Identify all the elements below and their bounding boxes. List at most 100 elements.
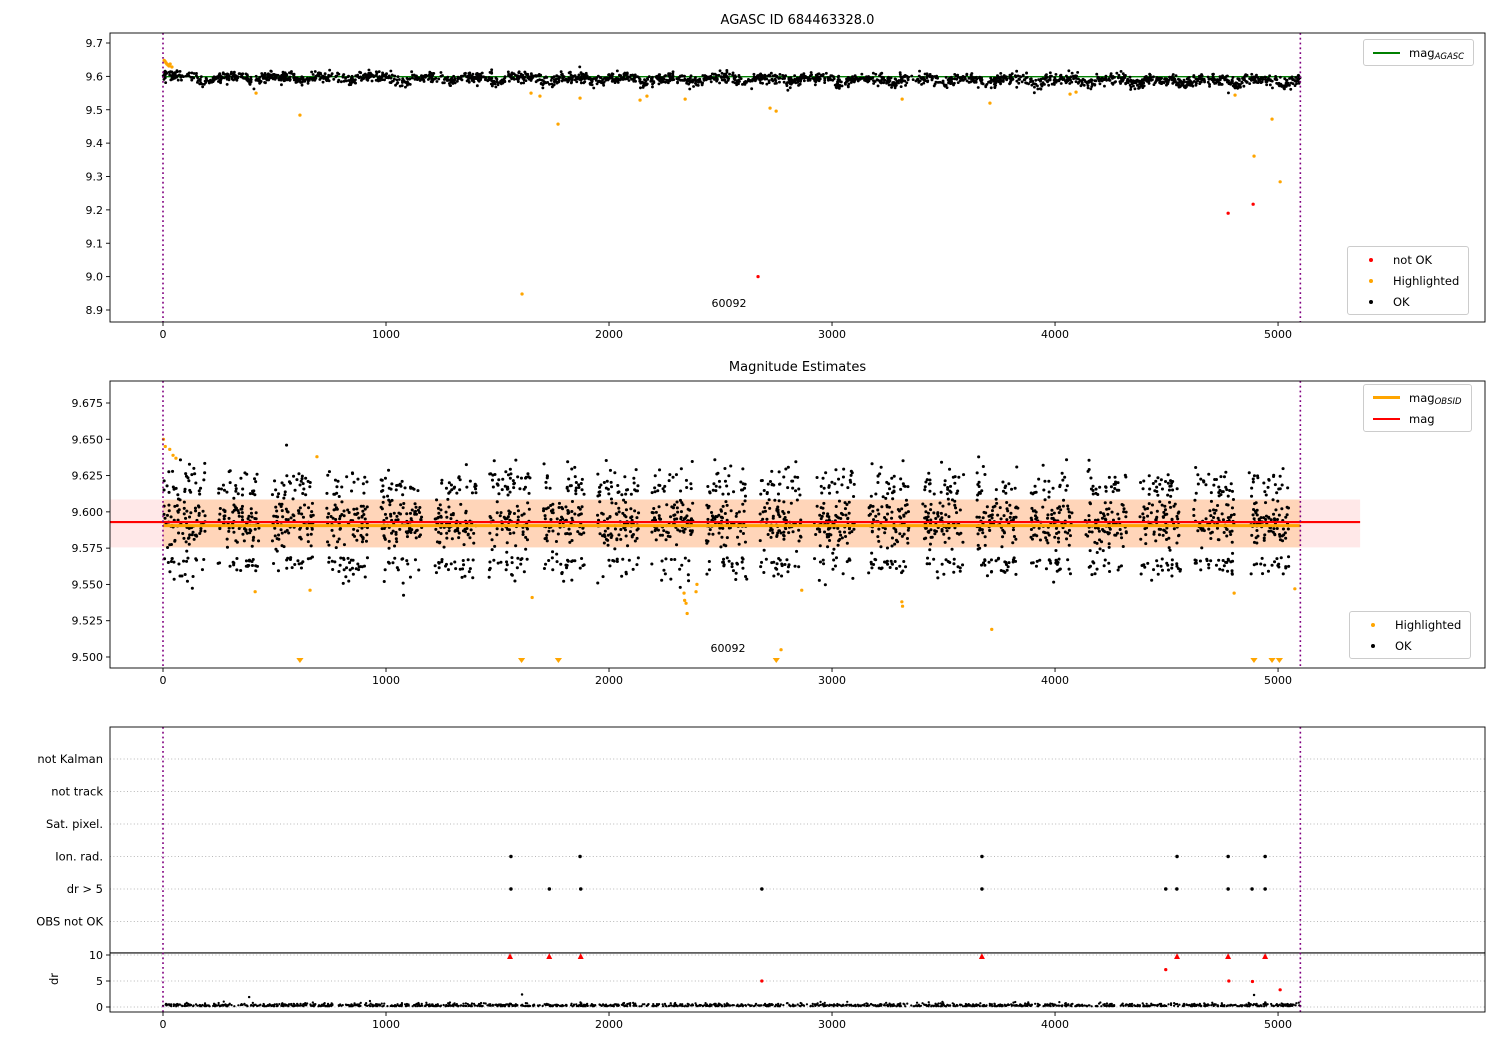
clipped-low-marker bbox=[296, 658, 304, 663]
x-tick-label: 3000 bbox=[818, 328, 846, 341]
y-tick-label: 9.4 bbox=[86, 137, 104, 150]
ok-dot-swatch bbox=[1357, 299, 1384, 304]
mag-line-swatch bbox=[1373, 417, 1400, 420]
clipped-low-marker bbox=[1250, 658, 1258, 663]
clipped-low-marker bbox=[518, 658, 526, 663]
x-tick-label: 5000 bbox=[1264, 1018, 1292, 1031]
y-tick-label: 9.0 bbox=[86, 271, 104, 284]
charts-canvas: 0 1000 2000 3000 4000 50008.99.09.19.29.39.49… bbox=[36, 32, 1486, 1031]
y-tick-label: 9.3 bbox=[86, 171, 104, 184]
legend-label: OK bbox=[1393, 294, 1410, 309]
flag-category-label: dr > 5 bbox=[67, 882, 103, 896]
x-tick-label: 2000 bbox=[595, 674, 623, 687]
top-plot-title: AGASC ID 684463328.0 bbox=[720, 13, 875, 28]
dr-clipped-marker bbox=[1262, 953, 1269, 959]
legend-item-highlighted: Highlighted bbox=[1359, 614, 1461, 635]
dr-clipped-marker bbox=[507, 953, 514, 959]
legend-item-ok: OK bbox=[1359, 635, 1461, 656]
legend-label: mag bbox=[1409, 411, 1435, 426]
y-tick-label: 9.675 bbox=[72, 397, 104, 410]
dr-points bbox=[161, 999, 1302, 1008]
y-tick-label: 9.525 bbox=[72, 615, 104, 628]
legend-label: magOBSID bbox=[1409, 390, 1462, 407]
x-tick-label: 5000 bbox=[1264, 674, 1292, 687]
middle-clipped-triangles bbox=[296, 658, 1283, 663]
top-obsid-annotation: 60092 bbox=[711, 297, 747, 310]
middle-plot-title: Magnitude Estimates bbox=[728, 360, 867, 375]
clipped-low-marker bbox=[1268, 658, 1276, 663]
legend-label: OK bbox=[1395, 638, 1412, 653]
dr-tick-label: 5 bbox=[96, 975, 103, 988]
y-tick-label: 9.5 bbox=[86, 104, 104, 117]
x-tick-label: 0 bbox=[160, 674, 167, 687]
middle-line-legend: magOBSID mag bbox=[1363, 384, 1472, 432]
y-tick-label: 9.500 bbox=[72, 651, 104, 664]
highlighted-dot-swatch bbox=[1359, 622, 1386, 627]
x-tick-label: 0 bbox=[160, 1018, 167, 1031]
x-tick-label: 0 bbox=[160, 328, 167, 341]
clipped-low-marker bbox=[554, 658, 562, 663]
flag-category-label: Ion. rad. bbox=[55, 850, 103, 864]
middle-obsid-annotation: 60092 bbox=[710, 642, 746, 655]
x-tick-label: 2000 bbox=[595, 1018, 623, 1031]
y-tick-label: 9.1 bbox=[86, 237, 104, 250]
y-tick-label: 9.7 bbox=[86, 37, 104, 50]
flags-gridlines: not Kalman not track Sat. pixel. Ion. rad. d… bbox=[36, 752, 1485, 1014]
x-tick-label: 3000 bbox=[818, 1018, 846, 1031]
y-tick-label: 9.625 bbox=[72, 470, 104, 483]
flag-category-label: not track bbox=[51, 785, 103, 799]
legend-item-mag-obsid: magOBSID bbox=[1373, 387, 1462, 408]
x-tick-label: 4000 bbox=[1041, 1018, 1069, 1031]
y-tick-label: 9.2 bbox=[86, 204, 104, 217]
x-tick-label: 1000 bbox=[372, 328, 400, 341]
flag-category-label: not Kalman bbox=[37, 752, 103, 766]
legend-label: Highlighted bbox=[1393, 273, 1460, 288]
y-tick-label: 9.600 bbox=[72, 506, 104, 519]
dr-axis-label: dr bbox=[47, 972, 62, 986]
y-tick-label: 9.575 bbox=[72, 542, 104, 555]
x-tick-label: 1000 bbox=[372, 674, 400, 687]
y-tick-label: 9.550 bbox=[72, 578, 104, 591]
legend-label: not OK bbox=[1393, 252, 1433, 267]
x-tick-label: 5000 bbox=[1264, 328, 1292, 341]
x-tick-label: 2000 bbox=[595, 328, 623, 341]
legend-item-mag: mag bbox=[1373, 408, 1462, 429]
top-highlighted-points bbox=[162, 58, 1282, 296]
flag-category-label: OBS not OK bbox=[36, 915, 103, 929]
flag-category-label: Sat. pixel. bbox=[46, 817, 103, 831]
mag-obsid-line-swatch bbox=[1373, 396, 1400, 399]
clipped-low-marker bbox=[772, 658, 780, 663]
top-points-legend: not OK Highlighted OK bbox=[1347, 246, 1470, 315]
dr-clipped-marker bbox=[1225, 953, 1232, 959]
legend-label: magAGASC bbox=[1409, 45, 1465, 62]
legend-item-highlighted: Highlighted bbox=[1357, 270, 1459, 291]
dr-tick-label: 10 bbox=[89, 949, 103, 962]
x-tick-label: 4000 bbox=[1041, 328, 1069, 341]
dr-clipped-marker bbox=[577, 953, 584, 959]
mag-agasc-line-swatch bbox=[1373, 51, 1400, 54]
legend-item-mag-agasc: magAGASC bbox=[1373, 42, 1464, 63]
top-ok-points bbox=[161, 65, 1302, 95]
top-not-ok-points bbox=[756, 202, 1255, 279]
y-tick-label: 8.9 bbox=[86, 304, 104, 317]
clipped-low-marker bbox=[1275, 658, 1283, 663]
x-tick-label: 1000 bbox=[372, 1018, 400, 1031]
y-tick-label: 9.650 bbox=[72, 433, 104, 446]
dr-clipped-marker bbox=[546, 953, 553, 959]
highlighted-dot-swatch bbox=[1357, 278, 1384, 283]
legend-item-ok: OK bbox=[1357, 291, 1459, 312]
legend-item-not-ok: not OK bbox=[1357, 249, 1459, 270]
dr-black-outliers bbox=[247, 993, 1256, 999]
middle-points-legend: Highlighted OK bbox=[1349, 611, 1472, 659]
not-ok-dot-swatch bbox=[1357, 257, 1384, 262]
dr-tick-label: 0 bbox=[96, 1001, 103, 1014]
y-tick-label: 9.6 bbox=[86, 70, 104, 83]
figure: 0 1000 2000 3000 4000 5000 8.9 9.0 9.1 9.2 9.3 9.4 9… bbox=[0, 0, 1500, 1050]
dr-red-clipped-markers bbox=[507, 953, 1269, 959]
legend-label: Highlighted bbox=[1395, 617, 1462, 632]
axis-decorations: 0 1000 2000 3000 4000 5000 bbox=[109, 726, 1486, 1031]
x-tick-label: 3000 bbox=[818, 674, 846, 687]
dr-clipped-marker bbox=[978, 953, 985, 959]
top-line-legend: magAGASC bbox=[1363, 39, 1475, 66]
dr-clipped-marker bbox=[1174, 953, 1181, 959]
